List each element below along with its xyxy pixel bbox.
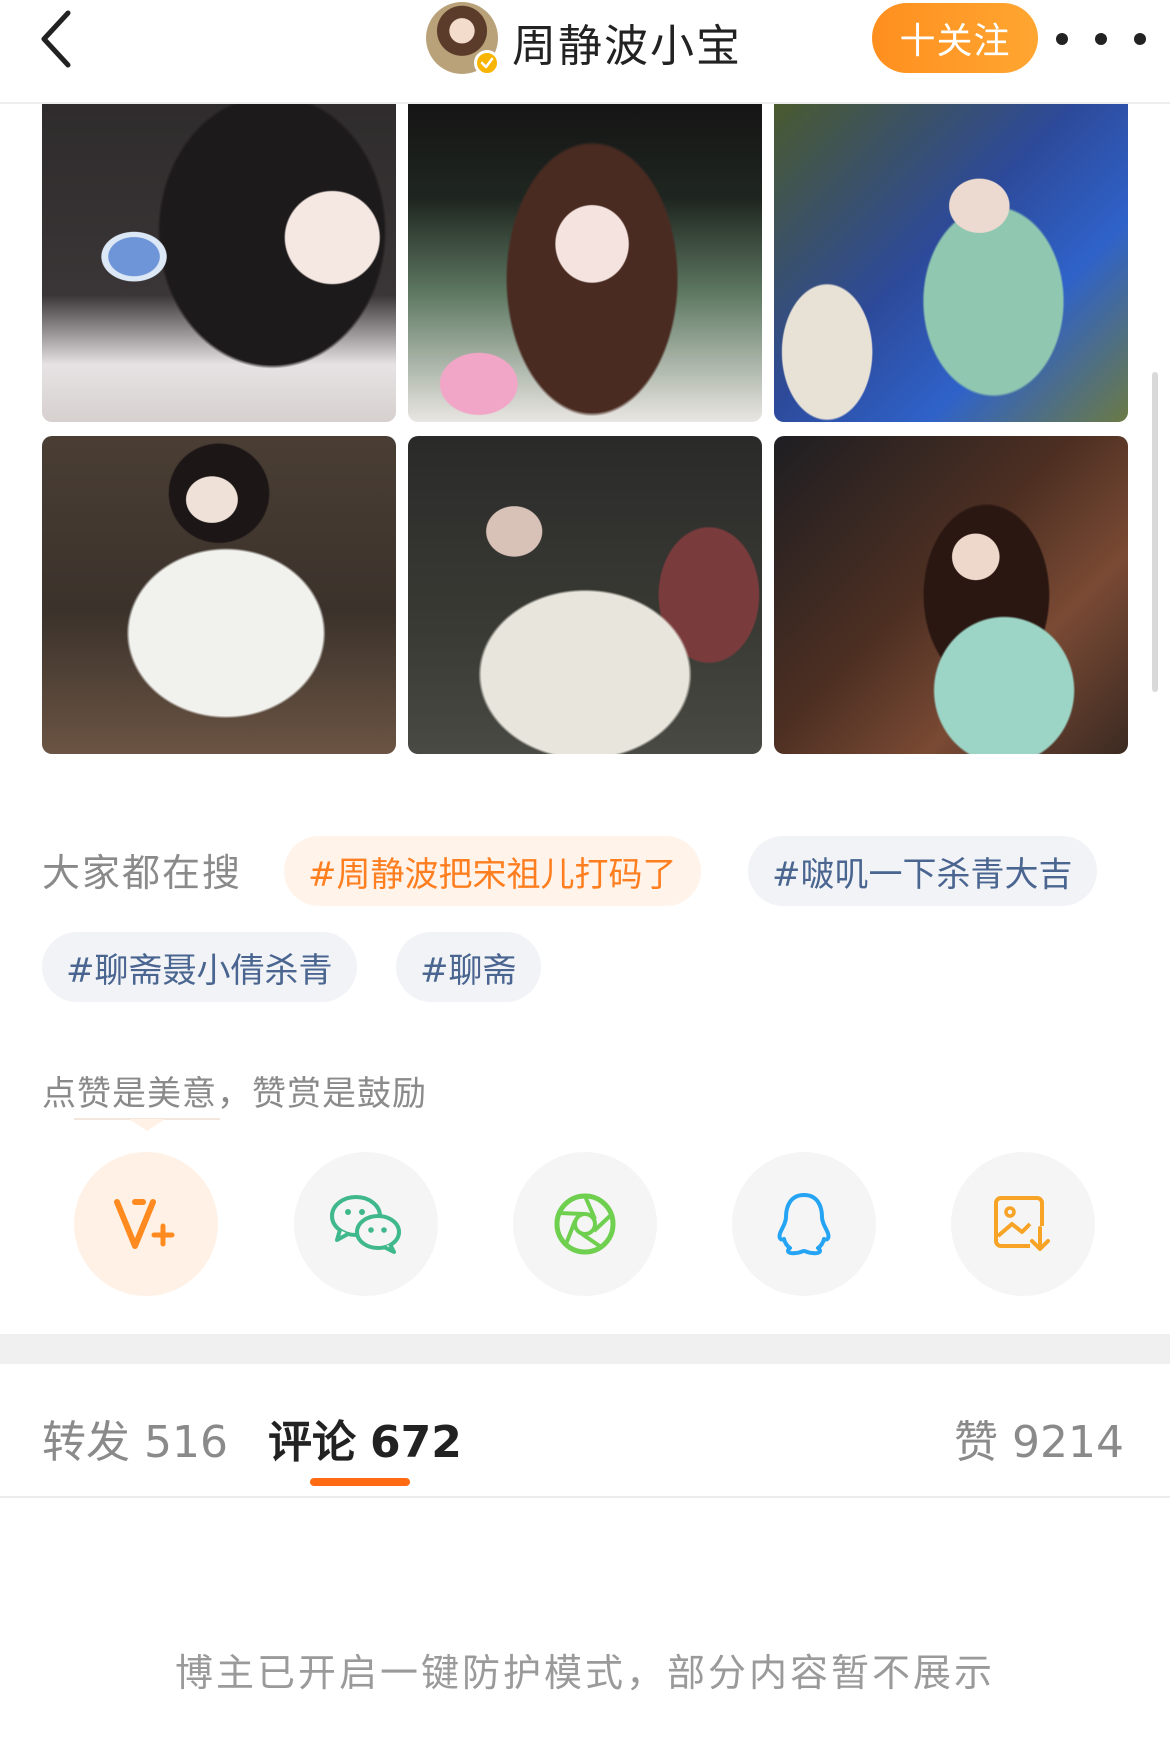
tab-comment[interactable]: 评论 672 [268,1406,462,1470]
moments-aperture-icon [554,1193,616,1255]
interaction-tabs: 转发 516 评论 672 赞 9214 [0,1364,1170,1498]
tab-like-count: 9214 [1012,1417,1124,1468]
wechat-icon [330,1195,401,1254]
photo-thumbnail-4[interactable] [42,436,396,754]
scrollbar[interactable] [1152,372,1158,692]
user-avatar[interactable] [426,2,500,76]
photo-thumbnail-2[interactable] [408,104,762,422]
trending-tag-4[interactable]: #聊斋 [396,932,541,1002]
trending-tag-2[interactable]: #啵叽一下杀青大吉 [748,836,1097,906]
photo-thumbnail-3[interactable] [774,104,1128,422]
photo-grid [42,104,1129,790]
share-qq-button[interactable] [732,1152,876,1296]
back-button[interactable] [26,4,86,74]
user-name[interactable]: 周静波小宝 [512,10,742,74]
tab-repost-label: 转发 [42,1417,130,1468]
share-moments-button[interactable] [513,1152,657,1296]
tab-like[interactable]: 赞 9214 [954,1406,1124,1470]
protection-notice: 博主已开启一键防护模式，部分内容暂不展示 [174,1651,995,1695]
more-dot [1095,33,1107,45]
verified-badge-icon [474,50,500,76]
active-tab-indicator [310,1478,410,1486]
save-image-icon [994,1196,1052,1254]
tab-comment-label: 评论 [268,1417,356,1468]
trending-search-label: 大家都在搜 [42,851,243,895]
tab-comment-count: 672 [370,1417,462,1468]
tooltip-pointer [74,1118,220,1131]
follow-button[interactable]: 十关注 [872,3,1038,73]
more-dot [1134,33,1146,45]
more-dots-icon [1056,33,1068,45]
reward-button[interactable] [74,1152,218,1296]
tab-repost[interactable]: 转发 516 [42,1406,228,1470]
more-options-button[interactable] [1056,14,1146,64]
appreciation-text: 点赞是美意，赞赏是鼓励 [42,1074,427,1114]
tab-like-label: 赞 [954,1417,999,1468]
qq-penguin-icon [777,1193,831,1256]
tab-repost-count: 516 [144,1417,228,1468]
photo-thumbnail-5[interactable] [408,436,762,754]
v-plus-icon [114,1199,175,1249]
trending-tag-3[interactable]: #聊斋聂小倩杀青 [42,932,357,1002]
share-wechat-button[interactable] [294,1152,438,1296]
photo-thumbnail-6[interactable] [774,436,1128,754]
save-image-button[interactable] [951,1152,1095,1296]
top-bar: 周静波小宝 十关注 [0,0,1170,104]
chevron-left-icon [41,10,71,68]
section-divider [0,1334,1170,1364]
trending-tag-1[interactable]: #周静波把宋祖儿打码了 [284,836,701,906]
photo-thumbnail-1[interactable] [42,104,396,422]
